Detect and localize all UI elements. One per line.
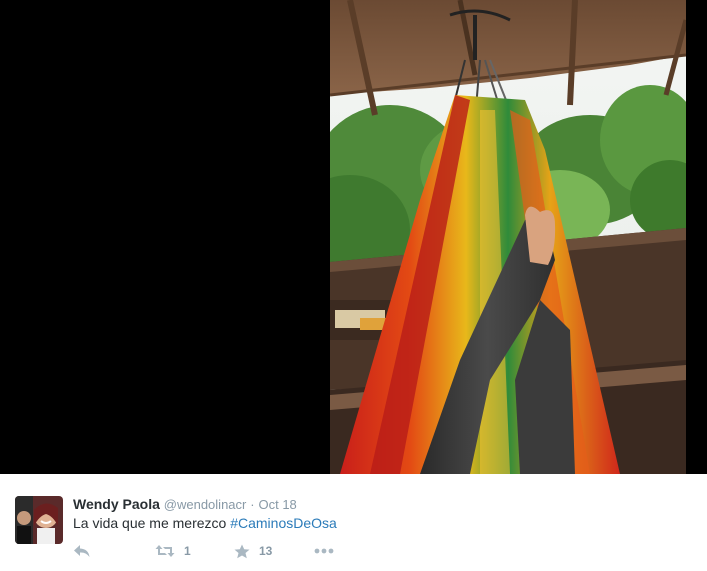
user-avatar[interactable]	[15, 496, 63, 544]
more-dots-icon	[314, 548, 334, 554]
more-button[interactable]	[314, 542, 334, 560]
star-icon	[234, 544, 250, 558]
reply-button[interactable]	[73, 542, 91, 560]
hammock-photo[interactable]	[330, 0, 686, 474]
tweet-actions: 1 13	[73, 542, 373, 562]
photo-image	[330, 0, 686, 474]
header-separator: ·	[250, 497, 255, 512]
favorite-count: 13	[259, 544, 273, 558]
retweet-icon	[155, 545, 175, 557]
retweet-count: 1	[184, 544, 191, 558]
tweet-text-plain: La vida que me merezco	[73, 515, 231, 531]
user-screenname[interactable]: @wendolinacr	[164, 497, 247, 512]
tweet-text: La vida que me merezco #CaminosDeOsa	[73, 514, 337, 532]
tweet-timestamp[interactable]: Oct 18	[258, 497, 296, 512]
avatar-image	[15, 496, 63, 544]
tweet-header: Wendy Paola @wendolinacr · Oct 18	[73, 495, 297, 514]
tweet-media[interactable]	[0, 0, 707, 474]
retweet-button[interactable]: 1	[155, 542, 191, 560]
hashtag-link[interactable]: #CaminosDeOsa	[230, 515, 337, 531]
reply-icon	[74, 545, 90, 557]
tweet-card: Wendy Paola @wendolinacr · Oct 18 La vid…	[0, 474, 707, 571]
user-fullname[interactable]: Wendy Paola	[73, 496, 160, 512]
favorite-button[interactable]: 13	[234, 542, 272, 560]
